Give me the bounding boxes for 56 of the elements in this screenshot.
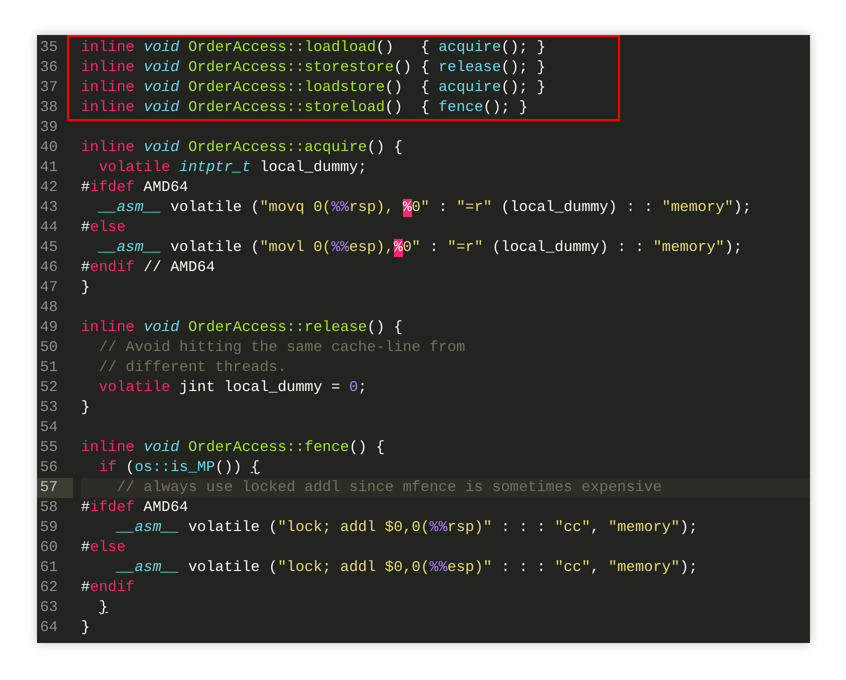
code-line: } (81, 620, 90, 636)
code-line: inline void OrderAccess::loadload() { acquire(); } (81, 40, 546, 56)
code-line: __asm__ volatile ("lock; addl $0,0(%%rsp)" : : : "cc", "memory"); (114, 520, 698, 536)
code-line: } (98, 600, 108, 616)
code-line: #else (81, 540, 126, 556)
code-line: inline void OrderAccess::storeload() { fence(); } (81, 100, 528, 116)
line-number: 57 (37, 478, 73, 498)
code-line: if (os::is_MP()) { (98, 460, 260, 476)
line-number: 49 (39, 319, 59, 338)
line-number: 42 (39, 179, 59, 198)
line-number: 50 (39, 339, 59, 358)
code-line: // always use locked addl since mfence is sometimes expensive (116, 480, 662, 496)
line-number: 39 (39, 119, 59, 138)
line-number: 64 (39, 619, 59, 638)
line-number: 48 (39, 299, 59, 318)
line-number: 58 (39, 499, 59, 518)
line-number: 63 (39, 599, 59, 618)
code-line: // different threads. (98, 360, 287, 376)
line-number: 59 (39, 519, 59, 538)
code-line: inline void OrderAccess::storestore() { release(); } (81, 60, 546, 76)
code-line: #ifdef AMD64 (81, 500, 188, 516)
line-number: 61 (39, 559, 59, 578)
code-line: inline void OrderAccess::loadstore() { acquire(); } (81, 80, 546, 96)
line-number: 62 (39, 579, 59, 598)
code-line: } (81, 280, 90, 296)
code-line: volatile jint local_dummy = 0; (98, 380, 367, 396)
line-number: 47 (39, 279, 59, 298)
code-line: } (81, 400, 90, 416)
code-editor[interactable] (37, 35, 810, 643)
line-number: 41 (39, 159, 59, 178)
line-number: 51 (39, 359, 59, 378)
line-number: 35 (39, 39, 59, 58)
code-line: // Avoid hitting the same cache-line from (98, 340, 466, 356)
line-number: 55 (39, 439, 59, 458)
code-line: __asm__ volatile ("lock; addl $0,0(%%esp)" : : : "cc", "memory"); (114, 560, 698, 576)
code-line: inline void OrderAccess::acquire() { (81, 140, 403, 156)
line-number: 38 (39, 99, 59, 118)
code-line: inline void OrderAccess::fence() { (81, 440, 385, 456)
line-number: 45 (39, 239, 59, 258)
code-line: inline void OrderAccess::release() { (81, 320, 403, 336)
code-line: #endif (81, 580, 135, 596)
code-line: #ifdef AMD64 (81, 180, 188, 196)
line-number: 43 (39, 199, 59, 218)
line-number: 60 (39, 539, 59, 558)
code-line: #else (81, 220, 126, 236)
line-number: 46 (39, 259, 59, 278)
line-number: 52 (39, 379, 59, 398)
line-number: 36 (39, 59, 59, 78)
code-line: #endif // AMD64 (81, 260, 216, 276)
line-number: 54 (39, 419, 59, 438)
line-number: 44 (39, 219, 59, 238)
line-number: 53 (39, 399, 59, 418)
code-line: volatile intptr_t local_dummy; (98, 160, 367, 176)
line-number: 56 (39, 459, 59, 478)
line-number: 40 (39, 139, 59, 158)
line-number: 37 (39, 79, 59, 98)
